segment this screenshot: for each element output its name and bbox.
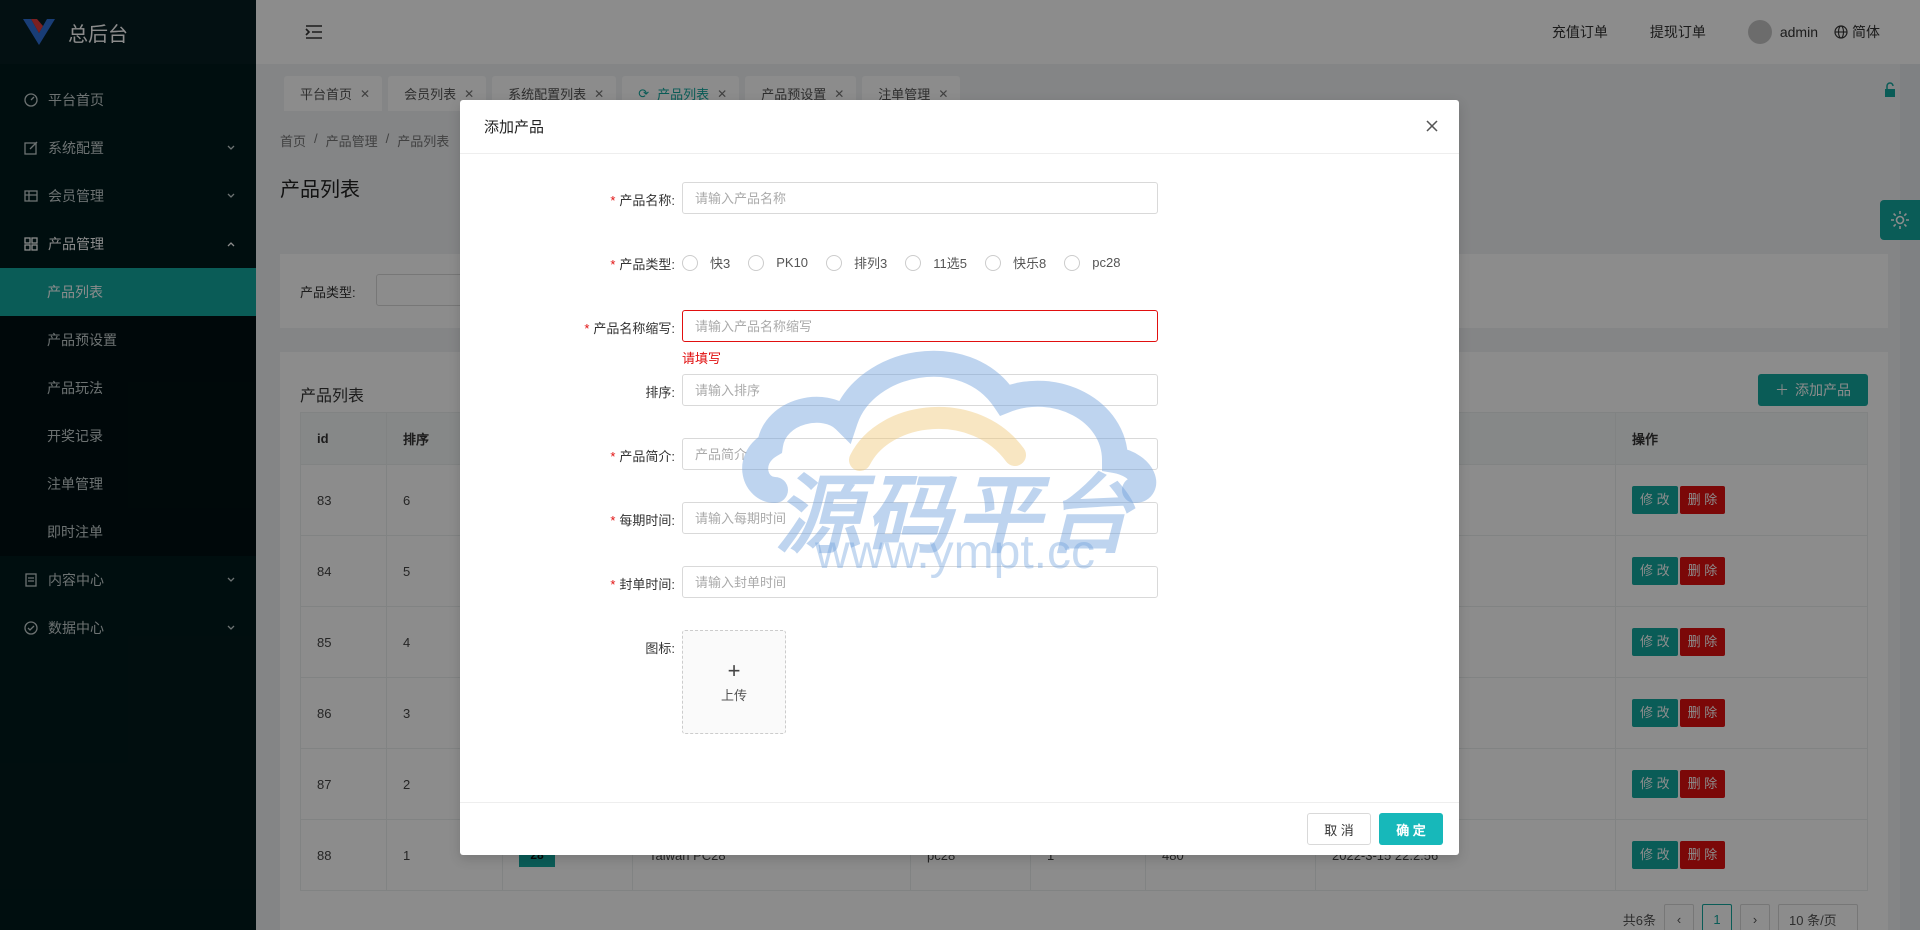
form-item-abbr: *产品名称缩写: 请填写 — [460, 310, 1459, 366]
form-item-icon: 图标: + 上传 — [460, 630, 1459, 734]
field-label: * 封单时间: — [610, 577, 675, 592]
field-label: * 产品名称: — [610, 193, 675, 208]
icon-upload[interactable]: + 上传 — [682, 630, 786, 734]
upload-label: 上传 — [720, 687, 747, 703]
form-item-type: * 产品类型: 快3 PK10 排列3 11选5 快乐8 pc28 — [460, 246, 1459, 278]
confirm-button[interactable]: 确 定 — [1379, 813, 1443, 845]
field-label: * 产品简介: — [610, 449, 675, 464]
dialog-title: 添加产品 — [460, 100, 1459, 154]
radio-option[interactable]: 快乐8 — [985, 253, 1046, 272]
radio-option[interactable]: 排列3 — [826, 253, 887, 272]
period-time-input[interactable] — [682, 502, 1158, 534]
product-intro-input[interactable] — [682, 438, 1158, 470]
add-product-dialog: 添加产品 *产品名称: *产品类型: 快3 PK10 排列3 11选5 快乐8 … — [460, 100, 1459, 855]
radio-option[interactable]: PK10 — [748, 253, 808, 272]
form-item-close: * 封单时间: — [460, 566, 1459, 598]
add-product-form: *产品名称: *产品类型: 快3 PK10 排列3 11选5 快乐8 pc28 … — [460, 154, 1459, 802]
validation-error: 请填写 — [682, 351, 722, 366]
plus-icon: + — [727, 657, 741, 683]
form-item-intro: * 产品简介: — [460, 438, 1459, 470]
field-label: 排序: — [645, 385, 675, 400]
radio-option[interactable]: pc28 — [1064, 253, 1120, 272]
product-abbr-input[interactable] — [682, 310, 1158, 342]
product-type-radio-group: 快3 PK10 排列3 11选5 快乐8 pc28 — [682, 253, 1120, 272]
field-label: * 产品名称缩写: — [584, 321, 675, 336]
field-label: * 每期时间: — [610, 513, 675, 528]
field-label: 图标: — [645, 641, 675, 656]
form-item-name: * 产品名称: — [460, 182, 1459, 214]
form-item-period: * 每期时间: — [460, 502, 1459, 534]
product-name-input[interactable] — [682, 182, 1158, 214]
radio-option[interactable]: 11选5 — [905, 253, 967, 272]
sort-input[interactable] — [682, 374, 1158, 406]
cancel-button[interactable]: 取 消 — [1307, 813, 1371, 845]
radio-option[interactable]: 快3 — [682, 253, 730, 272]
close-time-input[interactable] — [682, 566, 1158, 598]
field-label: * 产品类型: — [610, 257, 675, 272]
form-item-sort: 排序: — [460, 374, 1459, 406]
dialog-footer: 取 消 确 定 — [460, 802, 1459, 855]
close-icon[interactable] — [1423, 117, 1441, 135]
